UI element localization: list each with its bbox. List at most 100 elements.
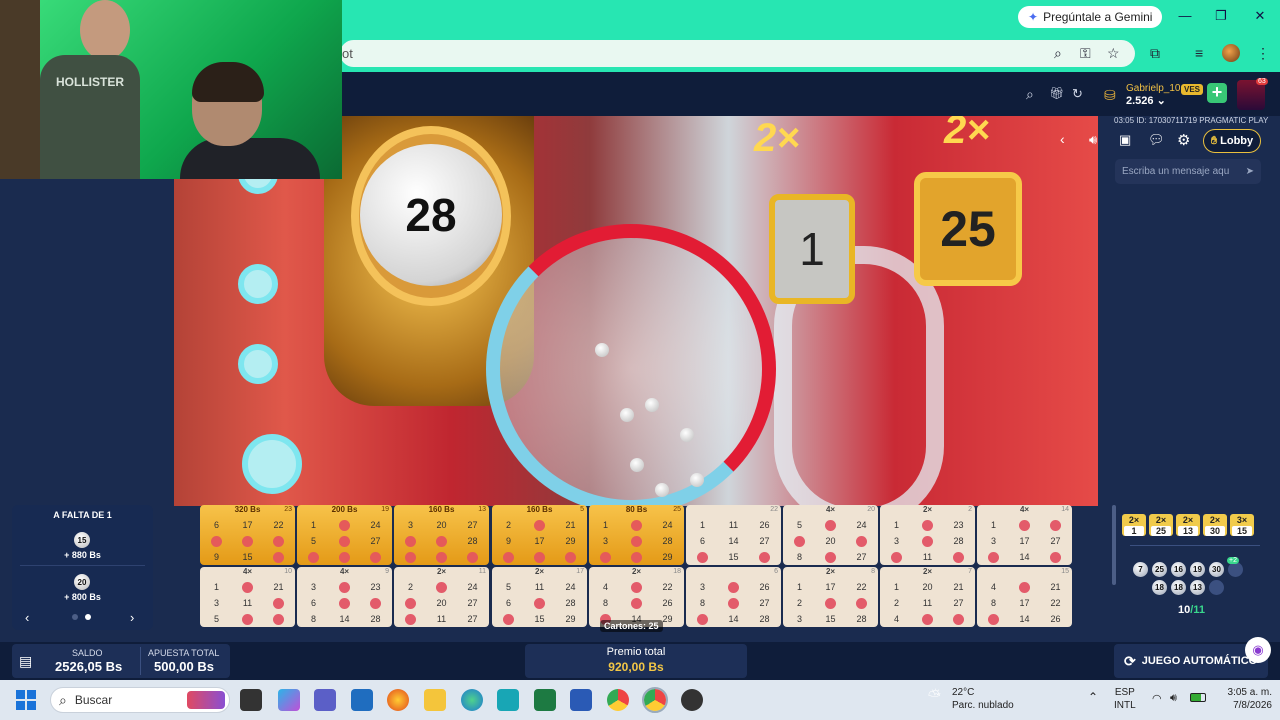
tray-chevron-icon[interactable]: ⌃ <box>1088 690 1098 704</box>
restore-icon[interactable]: ❐ <box>1206 8 1236 24</box>
password-key-icon[interactable]: ⚿ <box>1080 45 1091 62</box>
sign-left-number: 1 <box>769 194 855 304</box>
marked-cell <box>922 614 933 625</box>
bingo-card[interactable]: 2× 7 1 20 21 2 11 27 4 <box>880 567 975 627</box>
clock[interactable]: 3:05 a. m. 7/8/2026 <box>1216 686 1272 712</box>
wifi-icon[interactable]: ◠ <box>1152 692 1162 705</box>
bingo-card[interactable]: 15 4 21 8 17 22 14 26 <box>977 567 1072 627</box>
browser-menu-icon[interactable]: ⋮ <box>1256 45 1270 62</box>
search-icon[interactable]: ⌕ <box>1026 86 1034 103</box>
history-icon[interactable]: ↻ <box>1072 86 1083 102</box>
scrollbar[interactable] <box>1112 505 1116 585</box>
card-cell: 27 <box>759 598 770 608</box>
page-dot-active[interactable] <box>85 614 91 620</box>
card-cell: 1 <box>796 582 802 592</box>
card-number: 19 <box>381 506 389 513</box>
sparkle-icon: ✦ <box>1028 10 1039 24</box>
browser-profile-avatar[interactable] <box>1222 44 1240 62</box>
edge-icon[interactable] <box>461 689 483 711</box>
draw-progress: 10/11 <box>1178 604 1205 616</box>
username[interactable]: Gabrielp_10 <box>1126 83 1180 94</box>
gift-icon[interactable]: 🎁︎ <box>1049 86 1064 100</box>
excel-icon[interactable] <box>534 689 556 711</box>
bingo-card[interactable]: 4× 20 5 24 20 8 27 <box>783 505 878 565</box>
card-header: 2× <box>825 567 836 576</box>
bingo-card[interactable]: 200 Bs 19 1 24 5 27 <box>297 505 392 565</box>
deposit-plus-button[interactable]: + <box>1207 83 1227 103</box>
chip-icon[interactable]: ◉ <box>1245 637 1271 663</box>
volume-icon[interactable]: 🔊︎ <box>1089 132 1097 148</box>
extensions-icon[interactable]: ⧉ <box>1150 45 1160 62</box>
bingo-card[interactable]: 6 3 26 8 27 14 28 <box>686 567 781 627</box>
bingo-card[interactable]: 2× 11 2 24 20 27 11 27 <box>394 567 489 627</box>
weather-widget[interactable]: 22°C Parc. nublado <box>952 686 1014 712</box>
bingo-card[interactable]: 2× 2 1 23 3 28 11 <box>880 505 975 565</box>
app-icon[interactable] <box>497 689 519 711</box>
card-number: 18 <box>673 568 681 575</box>
chat-input[interactable]: Escriba un mensaje aqu ➤ <box>1115 159 1261 184</box>
multiplier-value: 2× <box>1155 515 1167 525</box>
media-control-icon[interactable]: ≡ <box>1195 45 1203 61</box>
bingo-card[interactable]: 4× 9 3 23 6 8 14 28 <box>297 567 392 627</box>
multiplier-chip: 2× 13 <box>1176 514 1200 536</box>
bingo-card[interactable]: 22 1 11 26 6 14 27 15 <box>686 505 781 565</box>
webcam-person2-body <box>180 138 320 179</box>
marked-cell <box>370 598 381 609</box>
bingo-card[interactable]: 2× 17 5 11 24 6 28 15 29 <box>492 567 587 627</box>
card-cell: 3 <box>310 582 316 592</box>
settings-gear-icon[interactable]: ⚙ <box>1177 131 1190 149</box>
marked-cell <box>922 520 933 531</box>
card-cell: 20 <box>436 520 447 530</box>
file-explorer-icon[interactable] <box>424 689 446 711</box>
bookmark-star-icon[interactable]: ☆ <box>1107 45 1120 62</box>
address-bar[interactable]: ot <box>340 40 1135 67</box>
speaker-icon[interactable]: 🔊︎ <box>1170 692 1177 705</box>
page-dot[interactable] <box>72 614 78 620</box>
chat-icon[interactable]: 💬︎ <box>1148 132 1165 148</box>
taskbar-search-label: Buscar <box>74 693 113 707</box>
battery-icon[interactable] <box>1190 693 1206 702</box>
close-window-icon[interactable]: ✕ <box>1245 8 1275 24</box>
zoom-icon[interactable]: ⌕ <box>1054 45 1062 62</box>
chrome-active-icon[interactable] <box>642 687 668 713</box>
multiplier-chip: 2× 25 <box>1149 514 1173 536</box>
lobby-button[interactable]: ✋︎ Lobby <box>1203 129 1261 153</box>
card-cell: 8 <box>699 598 705 608</box>
teams-icon[interactable] <box>314 689 336 711</box>
weather-desc: Parc. nublado <box>952 700 1014 711</box>
drum-ball <box>655 483 669 497</box>
send-icon[interactable]: ➤ <box>1246 166 1254 177</box>
header-balance[interactable]: 2.526 ⌄ <box>1126 94 1166 107</box>
bingo-card[interactable]: 160 Bs 13 3 20 27 28 <box>394 505 489 565</box>
marked-cell <box>211 536 222 547</box>
saldo-label: SALDO <box>72 648 103 658</box>
back-chevron-icon[interactable]: ‹ <box>1060 131 1065 147</box>
bingo-card[interactable]: 80 Bs 25 1 24 3 28 29 <box>589 505 684 565</box>
language-indicator[interactable]: ESP INTL <box>1114 686 1136 712</box>
prev-chevron-icon[interactable]: ‹ <box>25 610 29 625</box>
card-header <box>686 505 781 515</box>
gemini-button[interactable]: ✦ Pregúntale a Gemini <box>1018 6 1163 28</box>
task-view-icon[interactable] <box>240 689 262 711</box>
copilot-icon[interactable] <box>278 689 300 711</box>
app-icon-2[interactable] <box>681 689 703 711</box>
taskbar-search[interactable]: ⌕ Buscar <box>50 687 230 713</box>
minimize-icon[interactable]: — <box>1170 8 1200 23</box>
chrome-icon[interactable] <box>607 689 629 711</box>
firefox-icon[interactable] <box>387 689 409 711</box>
multiplier-value: 2× <box>1209 515 1221 525</box>
video-off-icon[interactable]: ▣ <box>1119 132 1131 148</box>
store-icon[interactable] <box>351 689 373 711</box>
bingo-card[interactable]: 2× 8 1 17 22 2 3 15 28 <box>783 567 878 627</box>
bingo-card[interactable]: 4× 14 1 3 17 27 14 <box>977 505 1072 565</box>
marked-cell <box>405 614 416 625</box>
bingo-card[interactable]: 160 Bs 5 2 21 9 17 29 <box>492 505 587 565</box>
windows-start-icon[interactable] <box>16 690 36 710</box>
multiplier-chip: 2× 1 <box>1122 514 1146 536</box>
bingo-card[interactable]: 4× 10 1 21 3 11 5 <box>200 567 295 627</box>
bingo-card[interactable]: 320 Bs 23 6 17 22 9 15 <box>200 505 295 565</box>
bingo-card[interactable]: 2× 18 4 22 8 26 14 29 <box>589 567 684 627</box>
next-chevron-icon[interactable]: › <box>130 610 134 625</box>
word-icon[interactable] <box>570 689 592 711</box>
wallet-icon[interactable]: ▤ <box>19 653 32 670</box>
